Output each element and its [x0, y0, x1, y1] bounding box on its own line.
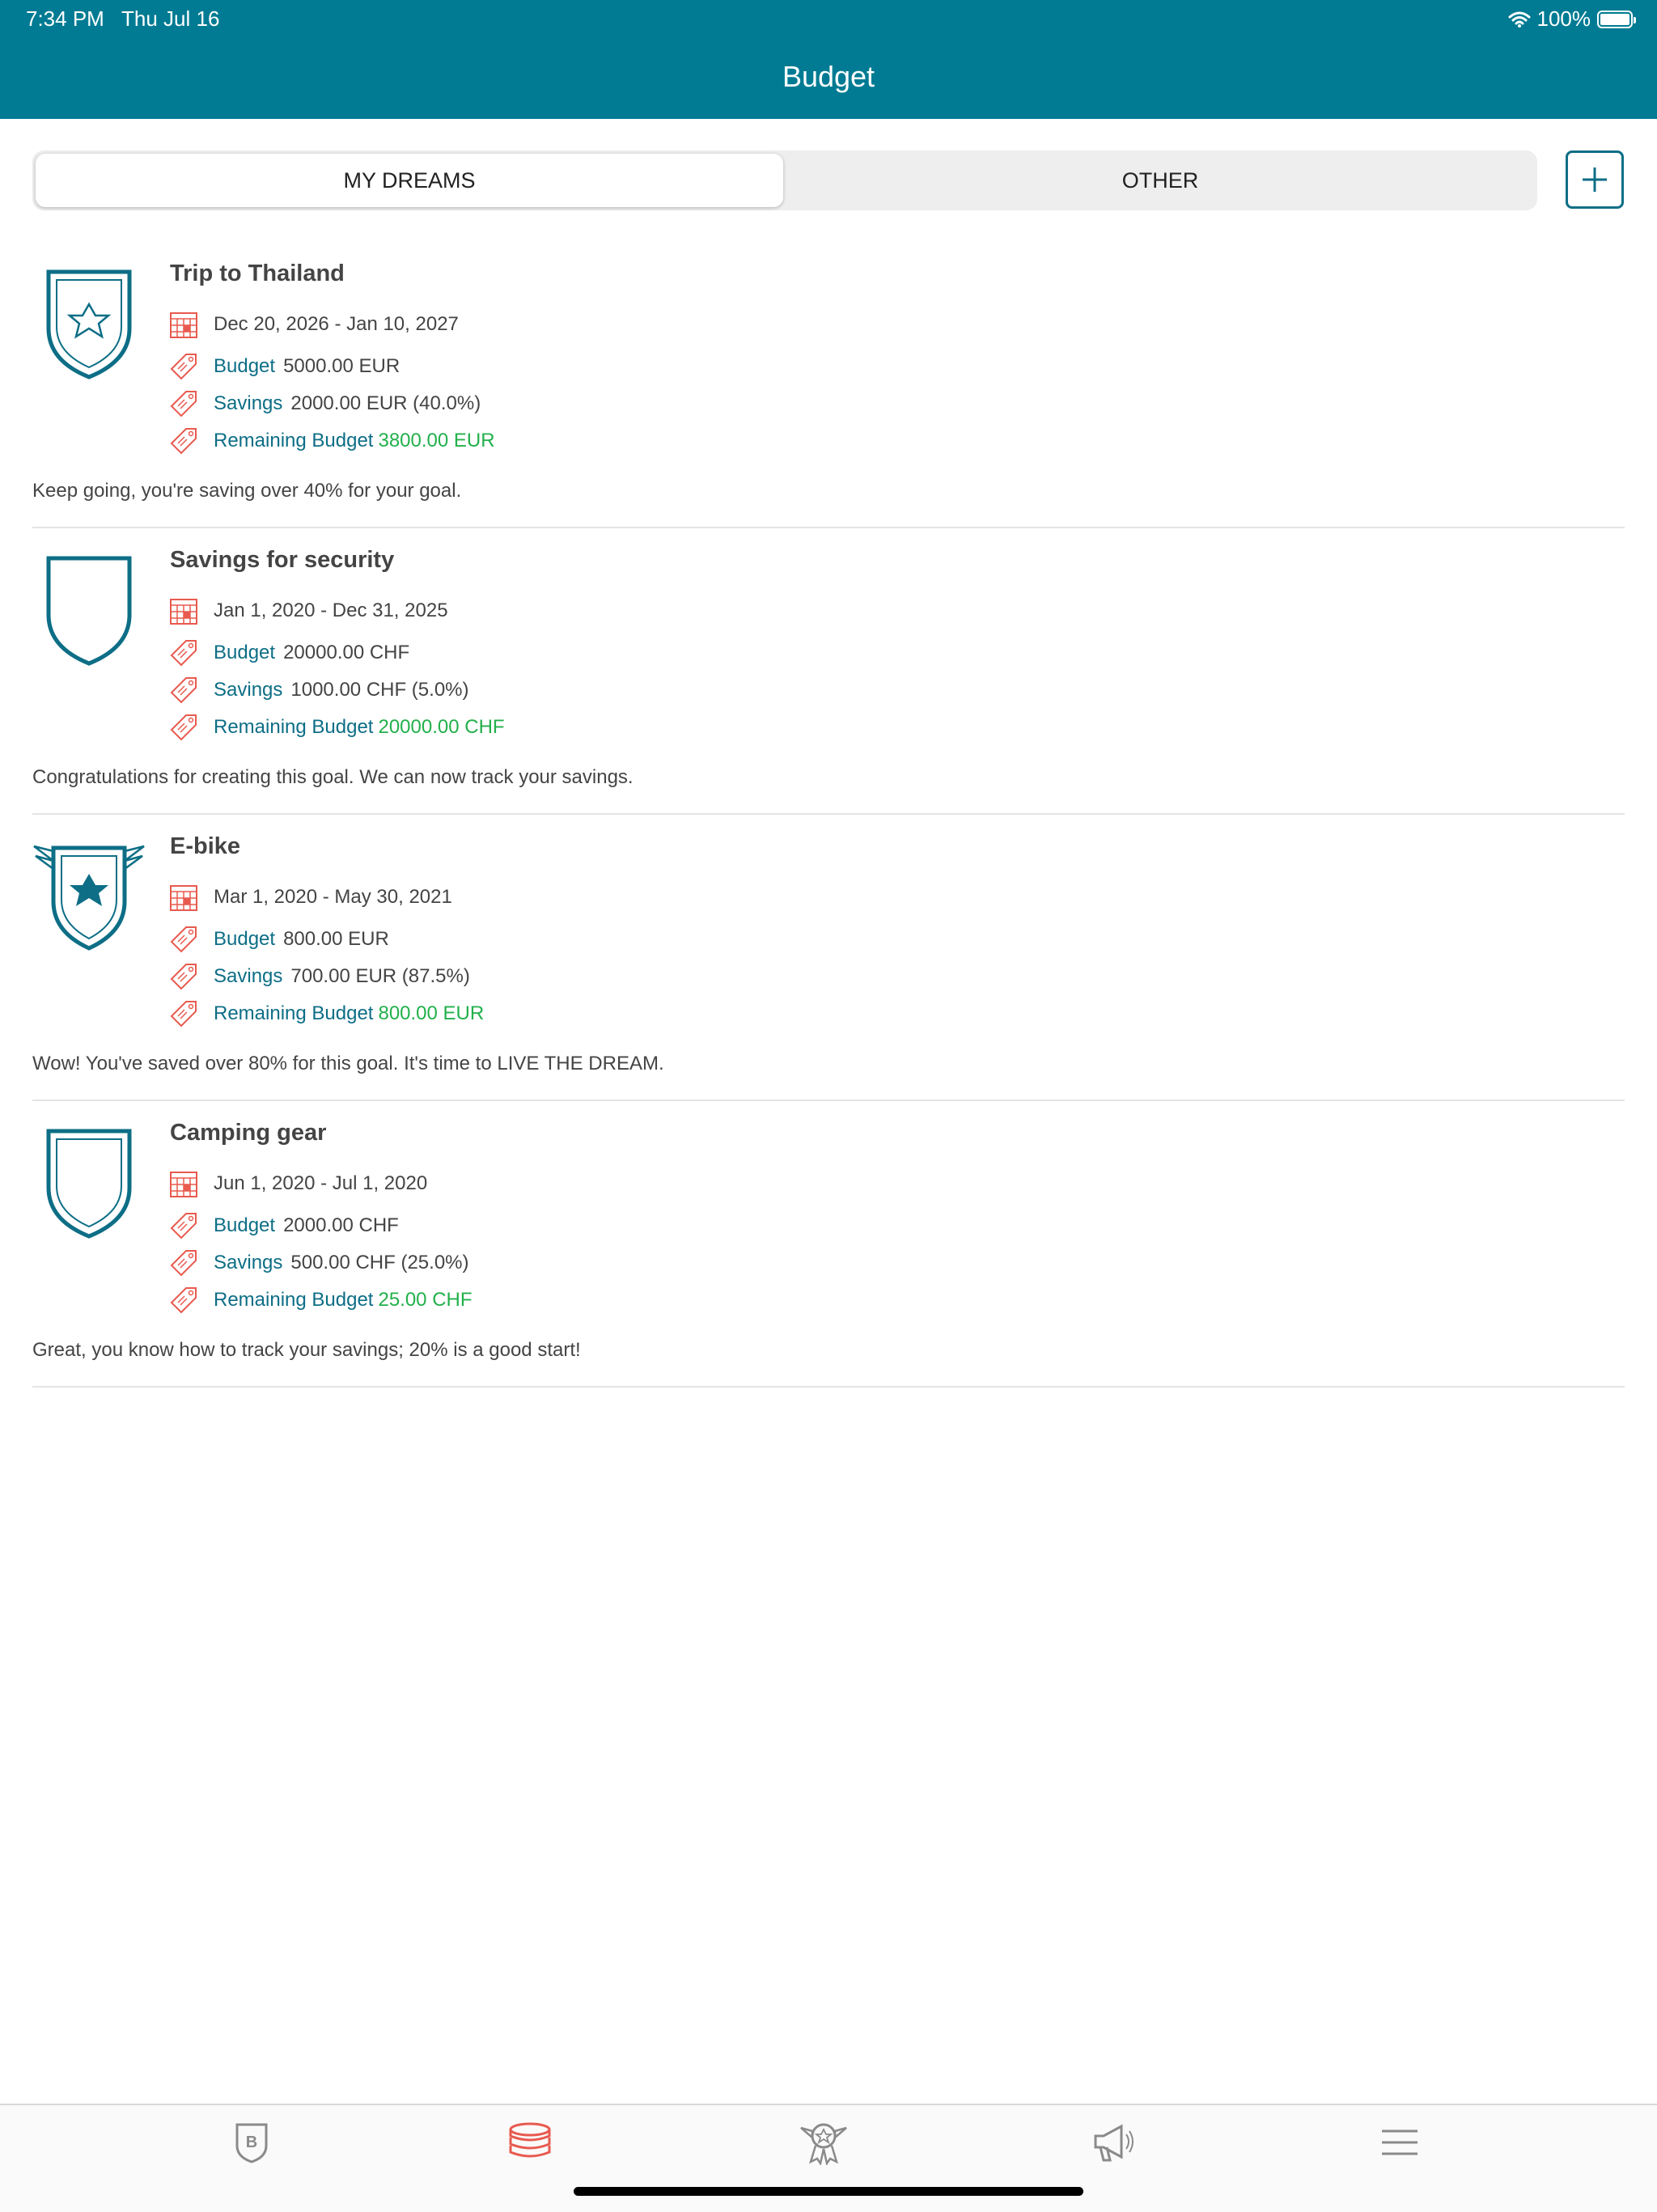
remaining-value: 25.00 CHF: [378, 1289, 473, 1311]
status-time: 7:34 PM Thu Jul 16: [26, 6, 219, 32]
goal-dates: Dec 20, 2026 - Jan 10, 2027: [168, 308, 459, 341]
budget-label: Budget: [214, 928, 276, 950]
megaphone-icon[interactable]: [1089, 2120, 1138, 2165]
calendar-icon: [170, 599, 197, 625]
goal-card[interactable]: E-bike Mar 1, 2020 - May 30, 2021 Budget…: [32, 816, 1625, 1101]
home-indicator: [574, 2187, 1083, 2196]
remaining-label: Remaining Budget: [214, 430, 374, 451]
battery-icon: [1597, 10, 1636, 28]
remaining-value: 20000.00 CHF: [378, 716, 505, 738]
goal-card[interactable]: Camping gear Jun 1, 2020 - Jul 1, 2020 B…: [32, 1102, 1625, 1388]
price-tag-icon: [170, 1250, 197, 1277]
goal-budget-row: Budget 5000.00 EUR: [168, 350, 400, 383]
date-range: Jan 1, 2020 - Dec 31, 2025: [214, 600, 448, 621]
page-title: Budget: [782, 60, 875, 93]
award-badge-icon[interactable]: [799, 2120, 848, 2165]
coins-stack-icon[interactable]: [506, 2120, 554, 2165]
price-tag-icon: [170, 640, 197, 667]
add-goal-button[interactable]: [1566, 150, 1624, 209]
goal-savings-row: Savings 1000.00 CHF (5.0%): [168, 674, 469, 706]
segmented-control: MY DREAMS OTHER: [32, 150, 1537, 210]
goal-dates: Jun 1, 2020 - Jul 1, 2020: [168, 1167, 427, 1200]
goal-title: Savings for security: [170, 547, 395, 573]
shield-plain-icon: [46, 556, 132, 666]
status-date: Thu Jul 16: [121, 6, 220, 31]
goal-remaining-row: Remaining Budget 800.00 EUR: [168, 998, 484, 1030]
goal-dates: Mar 1, 2020 - May 30, 2021: [168, 881, 452, 913]
goal-title: E-bike: [170, 833, 241, 859]
price-tag-icon: [170, 926, 197, 953]
budget-value: 20000.00 CHF: [283, 642, 410, 663]
goal-title: Camping gear: [170, 1120, 327, 1146]
savings-value: 500.00 CHF (25.0%): [290, 1252, 469, 1273]
remaining-label: Remaining Budget: [214, 716, 374, 738]
goal-budget-row: Budget 20000.00 CHF: [168, 637, 409, 669]
goal-savings-row: Savings 700.00 EUR (87.5%): [168, 960, 470, 993]
calendar-icon: [170, 885, 197, 911]
brand-shield-icon[interactable]: B: [227, 2120, 276, 2165]
savings-label: Savings: [214, 392, 283, 414]
price-tag-icon: [170, 677, 197, 704]
goal-card[interactable]: Savings for security Jan 1, 2020 - Dec 3…: [32, 529, 1625, 815]
svg-text:B: B: [246, 2134, 257, 2151]
date-range: Jun 1, 2020 - Jul 1, 2020: [214, 1172, 428, 1194]
menu-icon[interactable]: [1375, 2120, 1424, 2165]
goal-message: Congratulations for creating this goal. …: [32, 766, 634, 788]
shield-star-outline-icon: [46, 269, 132, 379]
goal-message: Wow! You've saved over 80% for this goal…: [32, 1053, 664, 1074]
date-range: Dec 20, 2026 - Jan 10, 2027: [214, 313, 459, 335]
savings-value: 1000.00 CHF (5.0%): [290, 679, 469, 701]
tab-my-dreams[interactable]: MY DREAMS: [36, 154, 783, 207]
budget-value: 5000.00 EUR: [283, 355, 400, 377]
goal-message: Keep going, you're saving over 40% for y…: [32, 480, 462, 502]
goal-savings-row: Savings 2000.00 EUR (40.0%): [168, 388, 481, 420]
status-clock: 7:34 PM: [26, 6, 104, 31]
goal-budget-row: Budget 2000.00 CHF: [168, 1210, 399, 1242]
status-indicators: 100%: [1508, 6, 1636, 32]
price-tag-icon: [170, 354, 197, 380]
remaining-label: Remaining Budget: [214, 1289, 374, 1311]
savings-value: 700.00 EUR (87.5%): [290, 965, 470, 987]
budget-label: Budget: [214, 1214, 276, 1236]
budget-value: 2000.00 CHF: [283, 1214, 399, 1236]
price-tag-icon: [170, 1001, 197, 1028]
remaining-label: Remaining Budget: [214, 1002, 374, 1024]
savings-label: Savings: [214, 679, 283, 701]
goal-remaining-row: Remaining Budget 25.00 CHF: [168, 1284, 473, 1316]
plus-icon: [1583, 167, 1607, 192]
price-tag-icon: [170, 391, 197, 417]
calendar-icon: [170, 1172, 197, 1197]
remaining-value: 3800.00 EUR: [378, 430, 495, 451]
budget-label: Budget: [214, 355, 276, 377]
wifi-icon: [1508, 11, 1530, 28]
budget-label: Budget: [214, 642, 276, 663]
price-tag-icon: [170, 714, 197, 741]
price-tag-icon: [170, 964, 197, 990]
savings-label: Savings: [214, 965, 283, 987]
battery-percent: 100%: [1536, 6, 1591, 31]
tab-other[interactable]: OTHER: [786, 154, 1534, 207]
goal-budget-row: Budget 800.00 EUR: [168, 923, 389, 956]
goal-message: Great, you know how to track your saving…: [32, 1339, 581, 1361]
savings-value: 2000.00 EUR (40.0%): [290, 392, 481, 414]
goal-remaining-row: Remaining Budget 20000.00 CHF: [168, 711, 505, 744]
shield-double-outline-icon: [46, 1129, 132, 1239]
goal-title: Trip to Thailand: [170, 261, 345, 286]
goal-savings-row: Savings 500.00 CHF (25.0%): [168, 1247, 469, 1279]
price-tag-icon: [170, 1287, 197, 1314]
savings-label: Savings: [214, 1252, 283, 1273]
remaining-value: 800.00 EUR: [378, 1002, 485, 1024]
winged-shield-star-icon: [33, 845, 145, 951]
goal-card[interactable]: Trip to Thailand Dec 20, 2026 - Jan 10, …: [32, 243, 1625, 528]
calendar-icon: [170, 312, 197, 338]
goal-remaining-row: Remaining Budget 3800.00 EUR: [168, 425, 495, 457]
date-range: Mar 1, 2020 - May 30, 2021: [214, 886, 452, 908]
price-tag-icon: [170, 1213, 197, 1239]
budget-value: 800.00 EUR: [283, 928, 389, 950]
price-tag-icon: [170, 428, 197, 455]
goal-dates: Jan 1, 2020 - Dec 31, 2025: [168, 595, 448, 627]
nav-header: 7:34 PM Thu Jul 16 100% Budget: [0, 0, 1657, 119]
